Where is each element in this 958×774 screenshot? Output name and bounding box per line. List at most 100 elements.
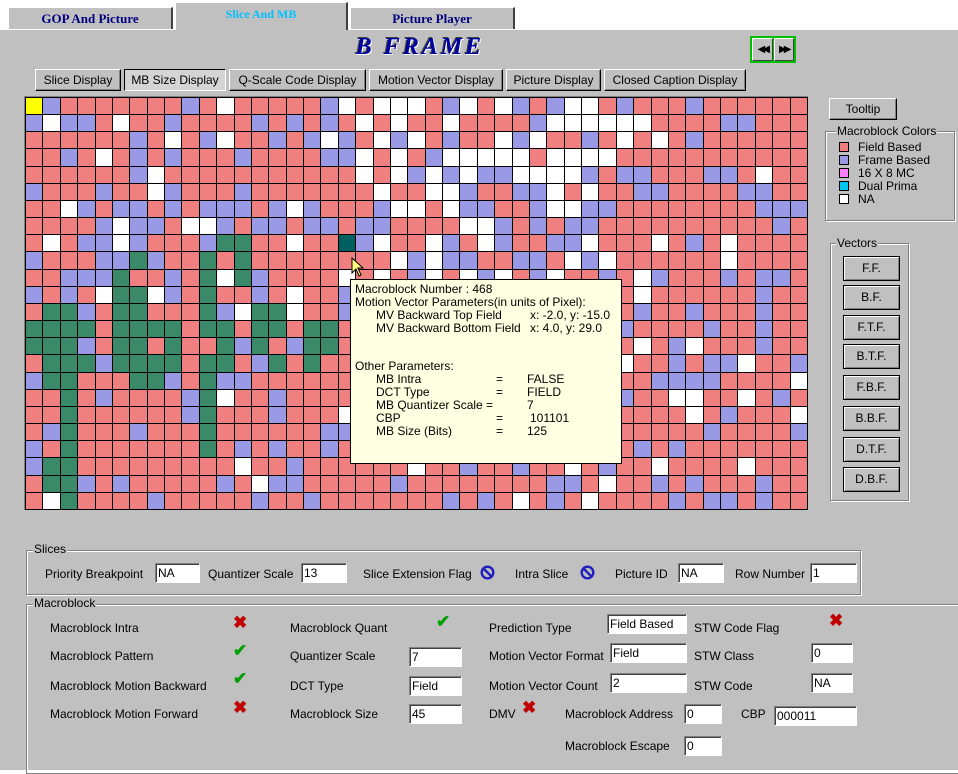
macroblock-cell[interactable] bbox=[130, 355, 147, 372]
macroblock-cell[interactable] bbox=[147, 372, 165, 389]
macroblock-cell[interactable] bbox=[112, 406, 130, 424]
macroblock-cell[interactable] bbox=[547, 98, 564, 115]
macroblock-cell[interactable] bbox=[165, 149, 182, 166]
macroblock-cell[interactable] bbox=[529, 115, 547, 132]
macroblock-cell[interactable] bbox=[304, 338, 321, 355]
macroblock-cell[interactable] bbox=[599, 132, 616, 149]
macroblock-cell[interactable] bbox=[234, 321, 251, 338]
macroblock-cell[interactable] bbox=[599, 252, 616, 269]
macroblock-cell[interactable] bbox=[251, 132, 269, 149]
macroblock-cell[interactable] bbox=[738, 424, 755, 441]
macroblock-cell[interactable] bbox=[338, 218, 356, 235]
macroblock-cell[interactable] bbox=[460, 98, 477, 115]
macroblock-cell[interactable] bbox=[338, 183, 356, 200]
macroblock-cell[interactable] bbox=[755, 475, 773, 492]
macroblock-cell[interactable] bbox=[703, 149, 721, 166]
macroblock-cell[interactable] bbox=[790, 441, 807, 458]
macroblock-cell[interactable] bbox=[304, 321, 321, 338]
macroblock-cell[interactable] bbox=[634, 355, 651, 372]
macroblock-cell[interactable] bbox=[512, 98, 529, 115]
macroblock-cell[interactable] bbox=[43, 424, 60, 441]
macroblock-cell[interactable] bbox=[634, 492, 651, 509]
macroblock-cell[interactable] bbox=[443, 132, 460, 149]
macroblock-cell[interactable] bbox=[321, 406, 338, 424]
macroblock-cell[interactable] bbox=[616, 132, 634, 149]
macroblock-cell[interactable] bbox=[304, 98, 321, 115]
macroblock-cell[interactable] bbox=[703, 372, 721, 389]
macroblock-cell[interactable] bbox=[668, 115, 686, 132]
macroblock-cell[interactable] bbox=[634, 475, 651, 492]
macroblock-cell[interactable] bbox=[686, 406, 703, 424]
macroblock-cell[interactable] bbox=[738, 183, 755, 200]
macroblock-cell[interactable] bbox=[78, 252, 95, 269]
macroblock-cell[interactable] bbox=[373, 132, 390, 149]
macroblock-cell[interactable] bbox=[738, 355, 755, 372]
macroblock-cell[interactable] bbox=[634, 183, 651, 200]
macroblock-cell[interactable] bbox=[634, 166, 651, 183]
macroblock-cell[interactable] bbox=[529, 98, 547, 115]
macroblock-cell[interactable] bbox=[512, 166, 529, 183]
macroblock-cell[interactable] bbox=[269, 286, 286, 303]
macroblock-cell[interactable] bbox=[78, 372, 95, 389]
macroblock-cell[interactable] bbox=[495, 218, 512, 235]
macroblock-cell[interactable] bbox=[321, 166, 338, 183]
macroblock-cell[interactable] bbox=[147, 303, 165, 321]
macroblock-cell[interactable] bbox=[251, 475, 269, 492]
macroblock-cell[interactable] bbox=[773, 132, 790, 149]
macroblock-cell[interactable] bbox=[286, 252, 304, 269]
macroblock-cell[interactable] bbox=[112, 235, 130, 252]
macroblock-cell[interactable] bbox=[251, 372, 269, 389]
macroblock-cell[interactable] bbox=[477, 252, 495, 269]
macroblock-cell[interactable] bbox=[738, 389, 755, 406]
macroblock-cell[interactable] bbox=[130, 338, 147, 355]
macroblock-cell[interactable] bbox=[703, 252, 721, 269]
macroblock-cell[interactable] bbox=[651, 166, 668, 183]
next-frame-button[interactable]: ▶▶ bbox=[773, 38, 794, 61]
macroblock-cell[interactable] bbox=[112, 149, 130, 166]
macroblock-cell[interactable] bbox=[529, 183, 547, 200]
macroblock-cell[interactable] bbox=[790, 235, 807, 252]
macroblock-cell[interactable] bbox=[26, 372, 43, 389]
macroblock-cell[interactable] bbox=[217, 458, 234, 475]
macroblock-cell[interactable] bbox=[755, 286, 773, 303]
macroblock-cell[interactable] bbox=[60, 372, 78, 389]
macroblock-cell[interactable] bbox=[703, 475, 721, 492]
macroblock-cell[interactable] bbox=[721, 200, 738, 218]
macroblock-cell[interactable] bbox=[529, 166, 547, 183]
macroblock-cell[interactable] bbox=[286, 338, 304, 355]
macroblock-cell[interactable] bbox=[651, 235, 668, 252]
macroblock-cell[interactable] bbox=[773, 321, 790, 338]
macroblock-cell[interactable] bbox=[738, 132, 755, 149]
macroblock-cell[interactable] bbox=[443, 218, 460, 235]
macroblock-cell[interactable] bbox=[547, 235, 564, 252]
macroblock-cell[interactable] bbox=[443, 200, 460, 218]
macroblock-cell[interactable] bbox=[286, 269, 304, 286]
macroblock-cell[interactable] bbox=[425, 166, 443, 183]
macroblock-cell[interactable] bbox=[321, 475, 338, 492]
macroblock-cell[interactable] bbox=[26, 424, 43, 441]
macroblock-cell[interactable] bbox=[60, 98, 78, 115]
vector-fbf-button[interactable]: F.B.F. bbox=[843, 375, 900, 400]
macroblock-cell[interactable] bbox=[755, 458, 773, 475]
macroblock-cell[interactable] bbox=[199, 115, 217, 132]
macroblock-cell[interactable] bbox=[703, 132, 721, 149]
macroblock-cell[interactable] bbox=[130, 286, 147, 303]
macroblock-cell[interactable] bbox=[599, 200, 616, 218]
macroblock-cell[interactable] bbox=[43, 458, 60, 475]
macroblock-cell[interactable] bbox=[495, 166, 512, 183]
macroblock-cell[interactable] bbox=[564, 475, 582, 492]
macroblock-cell[interactable] bbox=[130, 115, 147, 132]
macroblock-cell[interactable] bbox=[147, 218, 165, 235]
macroblock-cell[interactable] bbox=[738, 286, 755, 303]
macroblock-cell[interactable] bbox=[512, 218, 529, 235]
macroblock-cell[interactable] bbox=[321, 321, 338, 338]
macroblock-cell[interactable] bbox=[686, 424, 703, 441]
macroblock-cell[interactable] bbox=[651, 183, 668, 200]
macroblock-cell[interactable] bbox=[790, 166, 807, 183]
macroblock-cell[interactable] bbox=[304, 303, 321, 321]
macroblock-cell[interactable] bbox=[217, 303, 234, 321]
macroblock-cell[interactable] bbox=[773, 303, 790, 321]
macroblock-cell[interactable] bbox=[738, 218, 755, 235]
macroblock-cell[interactable] bbox=[773, 355, 790, 372]
macroblock-cell[interactable] bbox=[703, 200, 721, 218]
